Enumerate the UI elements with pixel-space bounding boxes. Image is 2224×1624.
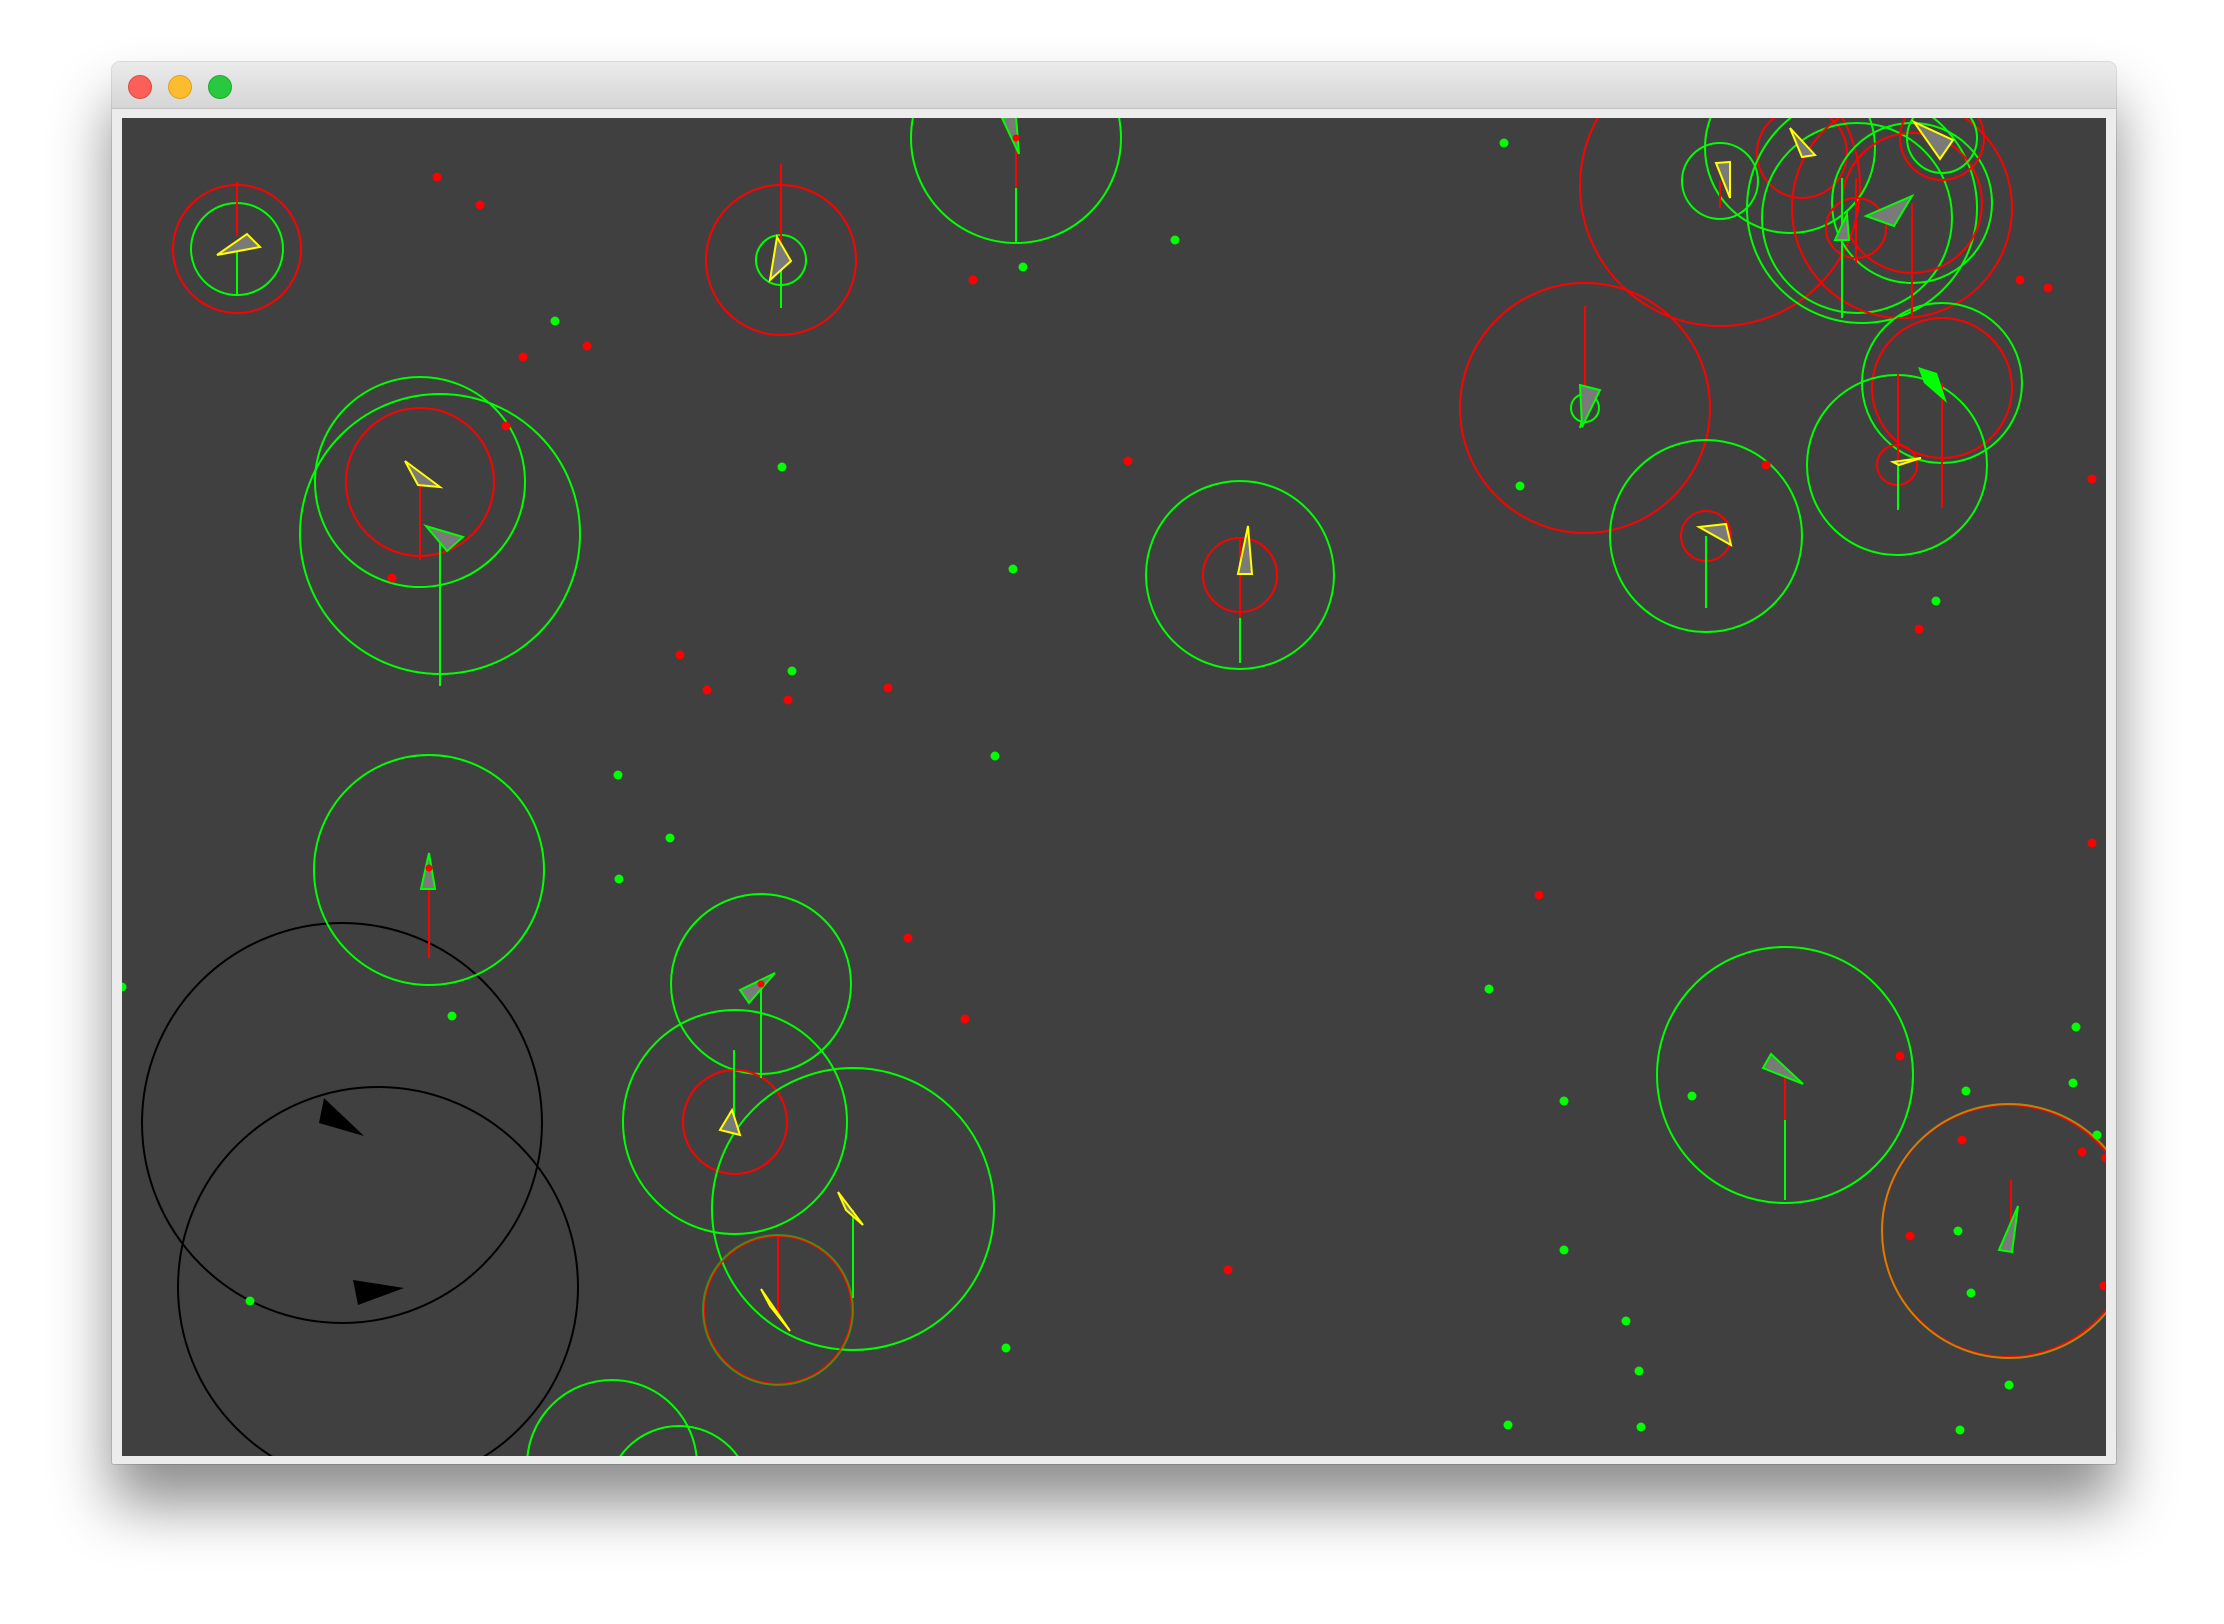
hazard-dot — [2043, 283, 2053, 293]
simulation-svg — [122, 118, 2106, 1456]
hazard-dot — [518, 352, 528, 362]
agent-range-circle — [1881, 1104, 2106, 1358]
hazard-dot — [1914, 624, 1924, 634]
hazard-dot — [2077, 1147, 2087, 1157]
hazard-dot — [1761, 460, 1771, 470]
food-dot — [447, 1011, 457, 1021]
food-dot — [1515, 481, 1525, 491]
hazard-dot — [432, 172, 442, 182]
agent-range-circle — [1881, 1103, 2106, 1359]
hazard-dot — [1534, 890, 1544, 900]
hazard-dot — [475, 200, 485, 210]
agent-range-circle — [619, 1425, 739, 1456]
hazard-dot — [960, 1014, 970, 1024]
agent-triangle — [1761, 1052, 1804, 1085]
food-dot — [1484, 984, 1494, 994]
agent-triangle — [1997, 1205, 2019, 1254]
agent-triangle — [738, 972, 776, 1005]
food-dot — [1001, 1343, 1011, 1353]
hazard-dot — [1905, 1231, 1915, 1241]
food-dot — [1621, 1316, 1631, 1326]
agent-triangle — [837, 1191, 864, 1226]
food-dot — [990, 751, 1000, 761]
hazard-dot — [757, 980, 765, 988]
hazard-dot — [783, 695, 793, 705]
hazard-dot — [387, 573, 397, 583]
agent-triangle — [1863, 193, 1915, 228]
app-window — [112, 62, 2116, 1464]
agent-triangle — [216, 232, 263, 256]
food-dot — [777, 462, 787, 472]
food-dot — [2004, 1380, 2014, 1390]
food-dot — [1953, 1226, 1963, 1236]
hazard-dot — [1895, 1051, 1905, 1061]
food-dot — [1008, 564, 1018, 574]
hazard-dot — [1223, 1265, 1233, 1275]
food-dot — [1634, 1366, 1644, 1376]
hazard-dot — [501, 421, 511, 431]
food-dot — [1503, 1420, 1513, 1430]
food-dot — [1499, 138, 1509, 148]
food-dot — [1170, 235, 1180, 245]
simulation-canvas[interactable] — [122, 118, 2106, 1456]
zoom-icon[interactable] — [208, 75, 232, 99]
food-dot — [2068, 1078, 2078, 1088]
agent-triangle — [1695, 522, 1733, 547]
agent-range-circle — [1579, 118, 1861, 327]
agent-triangle — [1911, 119, 1955, 161]
hazard-dot — [2087, 838, 2097, 848]
hazard-dot — [702, 685, 712, 695]
agent-triangle — [760, 1288, 791, 1332]
close-icon[interactable] — [128, 75, 152, 99]
agent-triangle — [404, 460, 444, 489]
hazard-dot — [883, 683, 893, 693]
food-dot — [1687, 1091, 1697, 1101]
food-dot — [1955, 1425, 1965, 1435]
hazard-dot — [1123, 456, 1133, 466]
food-dot — [1636, 1422, 1646, 1432]
hazard-dot — [675, 650, 685, 660]
agent-range-circle — [526, 1379, 698, 1456]
hazard-dot — [903, 933, 913, 943]
hazard-dot — [1957, 1135, 1967, 1145]
hazard-dot — [2015, 275, 2025, 285]
hazard-dot — [582, 341, 592, 351]
food-dot — [2092, 1130, 2102, 1140]
predator-triangle — [353, 1280, 404, 1305]
food-dot — [2071, 1022, 2081, 1032]
predator-triangle — [319, 1098, 364, 1136]
agent-triangle — [718, 1107, 742, 1137]
agent-triangle — [1789, 127, 1818, 159]
title-bar[interactable] — [112, 62, 2116, 109]
food-dot — [1931, 596, 1941, 606]
food-dot — [787, 666, 797, 676]
food-dot — [1018, 262, 1028, 272]
hazard-dot — [2087, 474, 2097, 484]
food-dot — [665, 833, 675, 843]
predator-range-circle — [177, 1086, 579, 1456]
minimize-icon[interactable] — [168, 75, 192, 99]
hazard-dot — [2099, 1281, 2106, 1291]
food-dot — [1559, 1245, 1569, 1255]
agent-triangle — [423, 524, 466, 553]
food-dot — [613, 770, 623, 780]
hazard-dot — [2101, 1153, 2106, 1163]
food-dot — [245, 1296, 255, 1306]
hazard-dot — [1012, 134, 1020, 142]
food-dot — [614, 874, 624, 884]
food-dot — [550, 316, 560, 326]
food-dot — [1961, 1086, 1971, 1096]
hazard-dot — [968, 275, 978, 285]
food-dot — [1966, 1288, 1976, 1298]
food-dot — [122, 982, 127, 992]
food-dot — [1559, 1096, 1569, 1106]
hazard-dot — [425, 864, 433, 872]
